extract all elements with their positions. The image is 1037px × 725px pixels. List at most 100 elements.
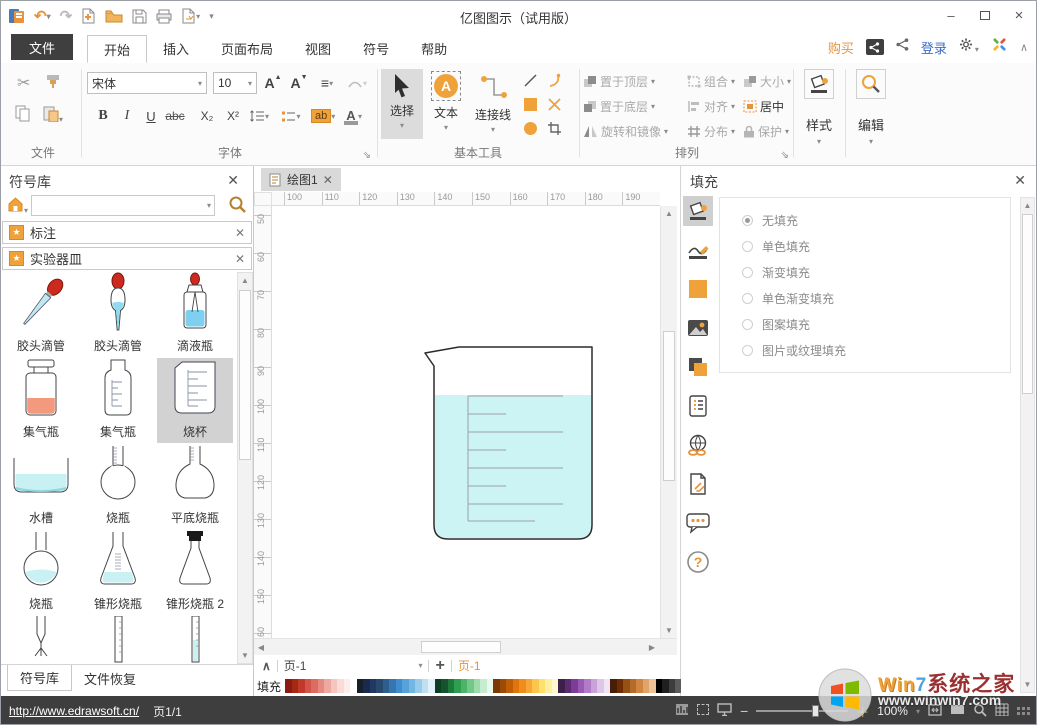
collapse-pages-icon[interactable]: ∧: [262, 659, 271, 673]
beaker-shape[interactable]: [422, 346, 594, 542]
symbol-dropper-diagonal[interactable]: 胶头滴管: [3, 272, 79, 357]
ellipse-shape-icon[interactable]: [523, 121, 538, 139]
bring-to-front-button[interactable]: 置于顶层▾: [583, 73, 655, 90]
add-page-button[interactable]: +: [435, 657, 444, 675]
zoom-out-icon[interactable]: −: [740, 703, 748, 719]
scroll-left-icon[interactable]: ◀: [254, 640, 268, 655]
scrollbar-thumb[interactable]: [421, 641, 501, 653]
zoom-in-icon[interactable]: ＋: [856, 702, 869, 721]
line-style-icon[interactable]: [683, 235, 713, 265]
document-tab[interactable]: 绘图1 ✕: [261, 168, 341, 191]
line-shape-icon[interactable]: [523, 73, 538, 91]
format-painter-icon[interactable]: [45, 73, 62, 93]
font-family-select[interactable]: 宋体▾: [87, 72, 207, 94]
style-button-label[interactable]: 样式: [797, 115, 841, 134]
zoom-slider[interactable]: [756, 710, 848, 712]
edit-caret[interactable]: ▾: [849, 133, 893, 147]
symbol-conical-flask-stoppered[interactable]: 锥形烧瓶 2: [157, 530, 233, 615]
grid-icon[interactable]: [995, 703, 1009, 719]
symbol-flask-with-liquid[interactable]: 烧瓶: [3, 530, 79, 615]
italic-button[interactable]: I: [117, 105, 137, 127]
tab-page-layout[interactable]: 页面布局: [205, 34, 289, 62]
tab-symbols[interactable]: 符号: [347, 34, 405, 62]
radio-icon[interactable]: [742, 241, 753, 252]
line-spacing-button[interactable]: ▾: [249, 105, 269, 127]
radio-icon[interactable]: [742, 293, 753, 304]
symbol-beaker-selected[interactable]: 烧杯: [157, 358, 233, 443]
fill-option-5[interactable]: 图片或纹理填充: [742, 337, 1010, 363]
fill-panel-close-icon[interactable]: ✕: [1014, 172, 1026, 189]
symbol-conical-flask[interactable]: 锥形烧瓶: [80, 530, 156, 615]
scroll-up-icon[interactable]: ▲: [662, 206, 676, 221]
document-tab-close-icon[interactable]: ✕: [323, 173, 333, 187]
size-button[interactable]: 大小▾: [743, 73, 791, 90]
font-size-select[interactable]: 10▾: [213, 72, 257, 94]
scroll-down-icon[interactable]: ▼: [238, 648, 252, 663]
fit-page-icon[interactable]: [928, 704, 942, 719]
radio-icon[interactable]: [742, 267, 753, 278]
tab-file[interactable]: 文件: [11, 34, 73, 60]
text-highlight-button[interactable]: ab▾: [311, 105, 335, 127]
minimize-button[interactable]: –: [934, 1, 968, 29]
drawing-canvas[interactable]: [272, 206, 660, 638]
fill-option-1[interactable]: 单色填充: [742, 233, 1010, 259]
resize-grip[interactable]: [1017, 707, 1030, 715]
freeform-shape-icon[interactable]: [547, 97, 562, 115]
align-button[interactable]: 对齐▾: [687, 98, 735, 115]
symbol-water-trough[interactable]: 水槽: [3, 444, 79, 529]
symbol-flat-bottom-flask[interactable]: 平底烧瓶: [157, 444, 233, 529]
comment-icon[interactable]: [683, 508, 713, 538]
selection-box-icon[interactable]: [697, 704, 709, 718]
zoom-slider-thumb[interactable]: [812, 705, 819, 717]
shrink-font-button[interactable]: A▼: [289, 72, 309, 94]
subscript-button[interactable]: X₂: [197, 105, 217, 127]
search-dropdown-icon[interactable]: ▾: [207, 201, 211, 210]
grow-font-button[interactable]: A▲: [263, 72, 283, 94]
canvas-horizontal-scrollbar[interactable]: ◀ ▶: [254, 638, 677, 655]
style-icon[interactable]: [804, 69, 834, 99]
settings-gear-icon[interactable]: ▾: [959, 37, 979, 57]
font-dialog-launcher[interactable]: ⇘: [363, 150, 371, 161]
scroll-right-icon[interactable]: ▶: [645, 640, 659, 655]
fill-option-4[interactable]: 图案填充: [742, 311, 1010, 337]
help-icon[interactable]: ?: [683, 547, 713, 577]
login-link[interactable]: 登录: [921, 38, 947, 57]
send-to-back-button[interactable]: 置于底层▾: [583, 98, 655, 115]
text-align-button[interactable]: ≡▾: [317, 72, 337, 94]
fill-option-3[interactable]: 单色渐变填充: [742, 285, 1010, 311]
radio-icon[interactable]: [742, 345, 753, 356]
panel-scrollbar[interactable]: ▲ ▼: [1020, 197, 1035, 693]
section-close-icon[interactable]: ✕: [235, 252, 245, 266]
hyperlink-icon[interactable]: [683, 430, 713, 460]
select-tool-button[interactable]: 选择▾: [381, 69, 423, 139]
symbol-dropper-vertical[interactable]: 胶头滴管: [80, 272, 156, 357]
copy-icon[interactable]: [15, 105, 31, 125]
protect-button[interactable]: 保护▾: [743, 123, 789, 140]
symbol-gas-bottle-2[interactable]: 集气瓶: [80, 358, 156, 443]
strikethrough-button[interactable]: abc: [165, 105, 185, 127]
scroll-down-icon[interactable]: ▼: [1021, 677, 1034, 692]
maximize-button[interactable]: [968, 1, 1002, 29]
symbol-gas-bottle[interactable]: 集气瓶: [3, 358, 79, 443]
zoom-caret[interactable]: ▾: [916, 707, 920, 716]
fill-option-2[interactable]: 渐变填充: [742, 259, 1010, 285]
font-color-button[interactable]: A▾: [343, 105, 363, 127]
shape-fill-icon[interactable]: [683, 274, 713, 304]
scroll-up-icon[interactable]: ▲: [1021, 198, 1034, 213]
superscript-button[interactable]: X²: [223, 105, 243, 127]
edrawsoft-link[interactable]: http://www.edrawsoft.cn/: [9, 704, 139, 718]
pinwheel-icon[interactable]: [991, 36, 1008, 58]
style-caret[interactable]: ▾: [797, 133, 841, 147]
paste-icon[interactable]: ▾: [43, 105, 63, 125]
library-section-callouts[interactable]: ★ 标注 ✕: [2, 221, 252, 244]
scroll-down-icon[interactable]: ▼: [662, 623, 676, 638]
rectangle-shape-icon[interactable]: [523, 97, 538, 115]
page-dropdown-caret[interactable]: ▾: [418, 661, 422, 670]
tab-home[interactable]: 开始: [87, 35, 147, 63]
radio-icon[interactable]: [742, 215, 753, 226]
center-button[interactable]: 居中: [743, 98, 784, 115]
attachment-icon[interactable]: [683, 469, 713, 499]
scrollbar-thumb[interactable]: [1022, 214, 1033, 394]
library-search-input[interactable]: [32, 197, 207, 214]
radio-icon[interactable]: [742, 319, 753, 330]
